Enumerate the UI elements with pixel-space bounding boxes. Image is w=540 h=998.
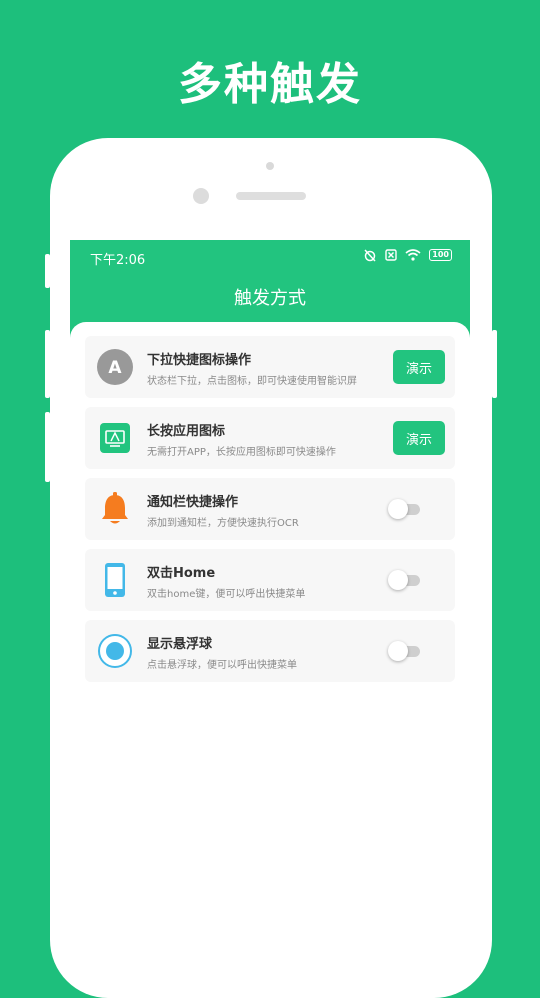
option-card-pulldown: A 下拉快捷图标操作 状态栏下拉，点击图标，即可快速使用智能识屏 演示 [85, 336, 455, 398]
toggle-knob [388, 570, 408, 590]
page-title: 触发方式 [234, 288, 306, 309]
phone-speaker [236, 192, 306, 200]
option-card-floating-ball: 显示悬浮球 点击悬浮球，便可以呼出快捷菜单 [85, 620, 455, 682]
option-description: 无需打开APP，长按应用图标即可快速操作 [147, 447, 336, 458]
letter-a-icon: A [97, 349, 133, 385]
letter-a-glyph: A [108, 358, 122, 378]
option-title: 通知栏快捷操作 [147, 495, 239, 510]
toggle-knob [388, 641, 408, 661]
option-title: 双击Home [147, 566, 216, 581]
floating-ball-icon [97, 633, 133, 669]
no-sim-icon [385, 249, 397, 261]
demo-button-longpress[interactable]: 演示 [393, 421, 445, 455]
notification-toggle[interactable] [388, 499, 422, 519]
option-title: 长按应用图标 [147, 424, 226, 439]
option-description: 点击悬浮球，便可以呼出快捷菜单 [147, 660, 297, 671]
phone-icon [97, 562, 133, 598]
battery-icon: 100 [429, 249, 452, 261]
option-title: 下拉快捷图标操作 [147, 353, 252, 368]
options-panel: A 下拉快捷图标操作 状态栏下拉，点击图标，即可快速使用智能识屏 演示 长按应用… [70, 322, 470, 960]
option-card-longpress: 长按应用图标 无需打开APP，长按应用图标即可快速操作 演示 [85, 407, 455, 469]
option-title: 显示悬浮球 [147, 637, 213, 652]
option-card-double-home: 双击Home 双击home键，便可以呼出快捷菜单 [85, 549, 455, 611]
front-camera [193, 188, 209, 204]
double-home-toggle[interactable] [388, 570, 422, 590]
floating-ball-toggle[interactable] [388, 641, 422, 661]
option-description: 双击home键，便可以呼出快捷菜单 [147, 589, 306, 600]
option-description: 状态栏下拉，点击图标，即可快速使用智能识屏 [147, 376, 357, 387]
app-screen-icon [97, 420, 133, 456]
phone-power-button [492, 330, 497, 398]
wifi-icon [405, 249, 421, 261]
status-time: 下午2:06 [90, 253, 146, 268]
status-icons: 100 [363, 248, 452, 262]
alarm-off-icon [364, 249, 376, 262]
option-card-notification: 通知栏快捷操作 添加到通知栏，方便快速执行OCR [85, 478, 455, 540]
demo-button-pulldown[interactable]: 演示 [393, 350, 445, 384]
app-screen: 下午2:06 100 触发方式 A 下拉快捷图标操作 状态栏下拉，点击图标，即可… [70, 240, 470, 960]
toggle-knob [388, 499, 408, 519]
phone-sensor [266, 162, 274, 170]
bell-icon [97, 491, 133, 527]
option-description: 添加到通知栏，方便快速执行OCR [147, 518, 299, 529]
promo-headline: 多种触发 [178, 59, 362, 110]
